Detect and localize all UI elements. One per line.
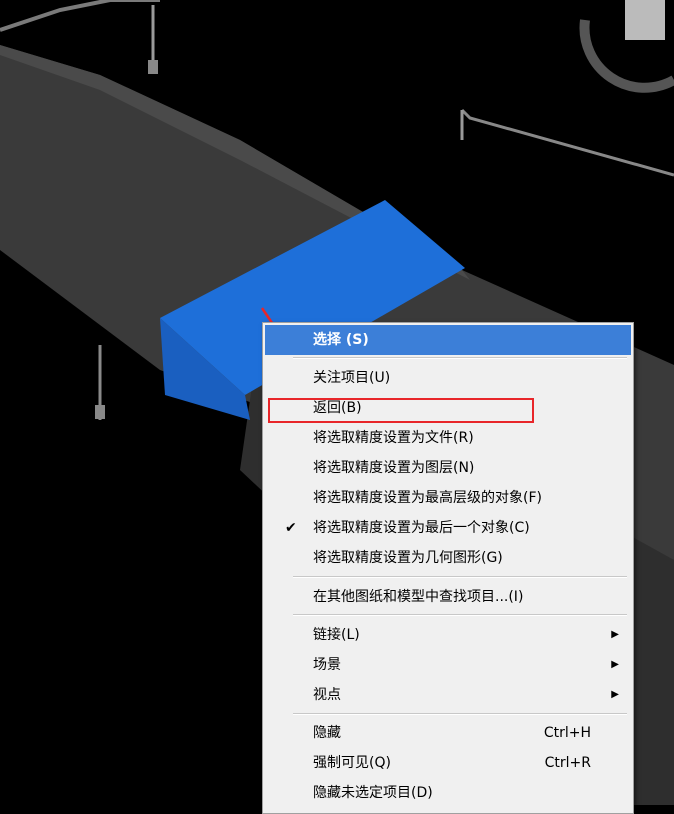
hanger-clamp-lower — [95, 405, 105, 419]
menu-item-select-label: 选择 (S) — [313, 332, 369, 348]
annotation-highlight-box — [268, 398, 534, 423]
view-cube — [625, 0, 665, 40]
checkmark-icon: ✔ — [285, 520, 297, 536]
menu-item-scenes[interactable]: 场景 ▶ — [263, 650, 631, 680]
menu-item-hide-unselected[interactable]: 隐藏未选定项目(D) — [263, 778, 631, 808]
menu-item-precision-top-object[interactable]: 将选取精度设置为最高层级的对象(F) — [263, 483, 631, 513]
menu-separator — [293, 576, 627, 578]
pipe-right — [460, 108, 674, 177]
menu-item-scenes-label: 场景 — [313, 657, 341, 673]
submenu-arrow-icon: ▶ — [611, 689, 619, 700]
menu-item-force-visible-shortcut: Ctrl+R — [544, 755, 591, 771]
menu-item-viewpoints-label: 视点 — [313, 687, 341, 703]
menu-item-viewpoints[interactable]: 视点 ▶ — [263, 680, 631, 710]
pipe-top-left — [0, 0, 160, 32]
menu-item-find-in-other-label: 在其他图纸和模型中查找项目...(I) — [313, 589, 524, 605]
menu-item-precision-layer[interactable]: 将选取精度设置为图层(N) — [263, 453, 631, 483]
menu-separator — [293, 614, 627, 616]
menu-item-precision-top-object-label: 将选取精度设置为最高层级的对象(F) — [313, 490, 542, 506]
menu-item-select[interactable]: 选择 (S) — [265, 325, 631, 355]
menu-item-hide[interactable]: 隐藏 Ctrl+H — [263, 718, 631, 748]
menu-item-links[interactable]: 链接(L) ▶ — [263, 620, 631, 650]
menu-item-precision-file[interactable]: 将选取精度设置为文件(R) — [263, 423, 631, 453]
menu-item-hide-label: 隐藏 — [313, 725, 341, 741]
menu-item-precision-geometry[interactable]: 将选取精度设置为几何图形(G) — [263, 543, 631, 573]
hanger-clamp — [148, 60, 158, 74]
menu-item-precision-layer-label: 将选取精度设置为图层(N) — [313, 460, 475, 476]
menu-item-precision-geometry-label: 将选取精度设置为几何图形(G) — [313, 550, 503, 566]
submenu-arrow-icon: ▶ — [611, 659, 619, 670]
menu-item-focus-item-label: 关注项目(U) — [313, 370, 391, 386]
menu-item-find-in-other[interactable]: 在其他图纸和模型中查找项目...(I) — [263, 582, 631, 612]
menu-item-links-label: 链接(L) — [313, 627, 360, 643]
menu-item-force-visible-label: 强制可见(Q) — [313, 755, 391, 771]
menu-item-precision-last-object-label: 将选取精度设置为最后一个对象(C) — [313, 520, 530, 536]
menu-item-hide-unselected-label: 隐藏未选定项目(D) — [313, 785, 433, 801]
submenu-arrow-icon: ▶ — [611, 629, 619, 640]
menu-item-precision-last-object[interactable]: ✔ 将选取精度设置为最后一个对象(C) — [263, 513, 631, 543]
menu-item-precision-file-label: 将选取精度设置为文件(R) — [313, 430, 474, 446]
menu-item-force-visible[interactable]: 强制可见(Q) Ctrl+R — [263, 748, 631, 778]
menu-item-hide-shortcut: Ctrl+H — [543, 725, 591, 741]
menu-separator — [293, 357, 627, 359]
context-menu: 选择 (S) 关注项目(U) 返回(B) 将选取精度设置为文件(R) 将选取精度… — [262, 322, 634, 814]
menu-separator — [293, 713, 627, 715]
menu-item-focus-item[interactable]: 关注项目(U) — [263, 363, 631, 393]
